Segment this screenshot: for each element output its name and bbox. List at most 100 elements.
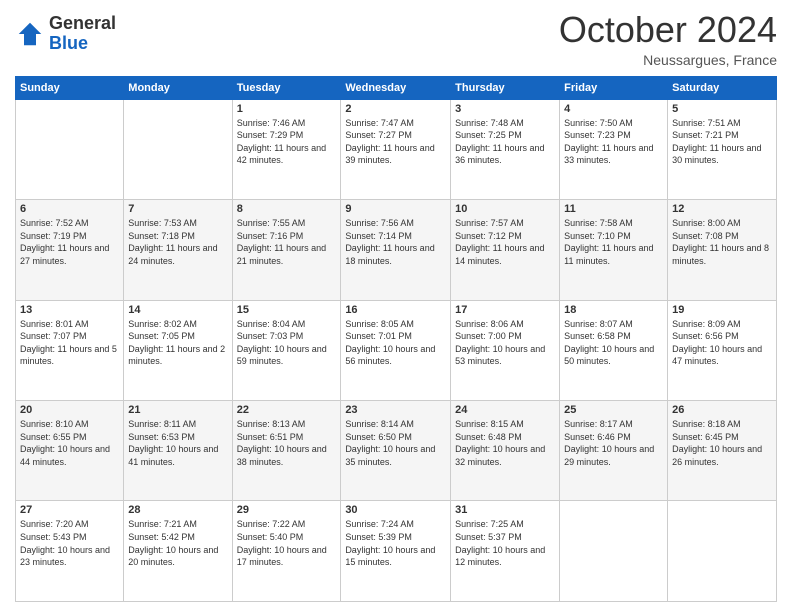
- calendar-header-row: Sunday Monday Tuesday Wednesday Thursday…: [16, 76, 777, 99]
- cell-w5-d6: [668, 501, 777, 602]
- col-sunday: Sunday: [16, 76, 124, 99]
- day-info: Sunrise: 7:24 AMSunset: 5:39 PMDaylight:…: [345, 518, 446, 568]
- day-number: 12: [672, 203, 772, 215]
- page: General Blue October 2024 Neussargues, F…: [0, 0, 792, 612]
- day-info: Sunrise: 8:00 AMSunset: 7:08 PMDaylight:…: [672, 217, 772, 267]
- day-info: Sunrise: 7:47 AMSunset: 7:27 PMDaylight:…: [345, 117, 446, 167]
- day-number: 13: [20, 304, 119, 316]
- day-number: 27: [20, 504, 119, 516]
- logo-icon: [15, 19, 45, 49]
- day-number: 18: [564, 304, 663, 316]
- day-info: Sunrise: 7:25 AMSunset: 5:37 PMDaylight:…: [455, 518, 555, 568]
- cell-w1-d3: 2 Sunrise: 7:47 AMSunset: 7:27 PMDaylight…: [341, 99, 451, 199]
- day-number: 2: [345, 103, 446, 115]
- day-info: Sunrise: 7:22 AMSunset: 5:40 PMDaylight:…: [237, 518, 337, 568]
- cell-w3-d2: 15 Sunrise: 8:04 AMSunset: 7:03 PMDayligh…: [232, 300, 341, 400]
- cell-w1-d0: [16, 99, 124, 199]
- day-info: Sunrise: 7:51 AMSunset: 7:21 PMDaylight:…: [672, 117, 772, 167]
- cell-w5-d5: [560, 501, 668, 602]
- day-number: 15: [237, 304, 337, 316]
- col-saturday: Saturday: [668, 76, 777, 99]
- cell-w2-d6: 12 Sunrise: 8:00 AMSunset: 7:08 PMDayligh…: [668, 200, 777, 300]
- header: General Blue October 2024 Neussargues, F…: [15, 10, 777, 68]
- day-info: Sunrise: 8:10 AMSunset: 6:55 PMDaylight:…: [20, 418, 119, 468]
- cell-w2-d5: 11 Sunrise: 7:58 AMSunset: 7:10 PMDayligh…: [560, 200, 668, 300]
- day-number: 7: [128, 203, 227, 215]
- day-info: Sunrise: 7:52 AMSunset: 7:19 PMDaylight:…: [20, 217, 119, 267]
- logo-text: General Blue: [49, 14, 116, 54]
- day-number: 28: [128, 504, 227, 516]
- day-info: Sunrise: 8:11 AMSunset: 6:53 PMDaylight:…: [128, 418, 227, 468]
- day-number: 17: [455, 304, 555, 316]
- day-number: 26: [672, 404, 772, 416]
- day-number: 16: [345, 304, 446, 316]
- day-info: Sunrise: 8:04 AMSunset: 7:03 PMDaylight:…: [237, 318, 337, 368]
- cell-w4-d0: 20Sunrise: 8:10 AMSunset: 6:55 PMDayligh…: [16, 401, 124, 501]
- day-number: 21: [128, 404, 227, 416]
- cell-w4-d3: 23Sunrise: 8:14 AMSunset: 6:50 PMDayligh…: [341, 401, 451, 501]
- week-row-5: 27 Sunrise: 7:20 AMSunset: 5:43 PMDayligh…: [16, 501, 777, 602]
- col-thursday: Thursday: [451, 76, 560, 99]
- cell-w1-d5: 4 Sunrise: 7:50 AMSunset: 7:23 PMDaylight…: [560, 99, 668, 199]
- day-info: Sunrise: 7:48 AMSunset: 7:25 PMDaylight:…: [455, 117, 555, 167]
- day-number: 30: [345, 504, 446, 516]
- week-row-2: 6Sunrise: 7:52 AMSunset: 7:19 PMDaylight…: [16, 200, 777, 300]
- cell-w5-d1: 28 Sunrise: 7:21 AMSunset: 5:42 PMDayligh…: [124, 501, 232, 602]
- day-info: Sunrise: 8:13 AMSunset: 6:51 PMDaylight:…: [237, 418, 337, 468]
- day-number: 31: [455, 504, 555, 516]
- day-info: Sunrise: 8:17 AMSunset: 6:46 PMDaylight:…: [564, 418, 663, 468]
- day-number: 24: [455, 404, 555, 416]
- week-row-3: 13 Sunrise: 8:01 AMSunset: 7:07 PMDayligh…: [16, 300, 777, 400]
- day-number: 8: [237, 203, 337, 215]
- day-info: Sunrise: 7:21 AMSunset: 5:42 PMDaylight:…: [128, 518, 227, 568]
- day-number: 23: [345, 404, 446, 416]
- cell-w1-d1: [124, 99, 232, 199]
- logo: General Blue: [15, 14, 116, 54]
- cell-w5-d2: 29 Sunrise: 7:22 AMSunset: 5:40 PMDayligh…: [232, 501, 341, 602]
- day-info: Sunrise: 7:56 AMSunset: 7:14 PMDaylight:…: [345, 217, 446, 267]
- day-info: Sunrise: 7:58 AMSunset: 7:10 PMDaylight:…: [564, 217, 663, 267]
- cell-w2-d2: 8Sunrise: 7:55 AMSunset: 7:16 PMDaylight…: [232, 200, 341, 300]
- cell-w4-d5: 25 Sunrise: 8:17 AMSunset: 6:46 PMDayligh…: [560, 401, 668, 501]
- cell-w3-d3: 16Sunrise: 8:05 AMSunset: 7:01 PMDayligh…: [341, 300, 451, 400]
- day-info: Sunrise: 7:46 AMSunset: 7:29 PMDaylight:…: [237, 117, 337, 167]
- col-tuesday: Tuesday: [232, 76, 341, 99]
- location-subtitle: Neussargues, France: [559, 52, 777, 68]
- day-number: 19: [672, 304, 772, 316]
- day-info: Sunrise: 8:15 AMSunset: 6:48 PMDaylight:…: [455, 418, 555, 468]
- cell-w5-d0: 27 Sunrise: 7:20 AMSunset: 5:43 PMDayligh…: [16, 501, 124, 602]
- day-number: 29: [237, 504, 337, 516]
- col-friday: Friday: [560, 76, 668, 99]
- day-number: 9: [345, 203, 446, 215]
- day-number: 11: [564, 203, 663, 215]
- cell-w3-d1: 14Sunrise: 8:02 AMSunset: 7:05 PMDayligh…: [124, 300, 232, 400]
- cell-w1-d2: 1 Sunrise: 7:46 AMSunset: 7:29 PMDaylight…: [232, 99, 341, 199]
- cell-w3-d5: 18 Sunrise: 8:07 AMSunset: 6:58 PMDayligh…: [560, 300, 668, 400]
- cell-w2-d4: 10Sunrise: 7:57 AMSunset: 7:12 PMDayligh…: [451, 200, 560, 300]
- day-info: Sunrise: 8:01 AMSunset: 7:07 PMDaylight:…: [20, 318, 119, 368]
- day-info: Sunrise: 8:07 AMSunset: 6:58 PMDaylight:…: [564, 318, 663, 368]
- day-number: 1: [237, 103, 337, 115]
- cell-w1-d4: 3Sunrise: 7:48 AMSunset: 7:25 PMDaylight…: [451, 99, 560, 199]
- week-row-4: 20Sunrise: 8:10 AMSunset: 6:55 PMDayligh…: [16, 401, 777, 501]
- day-info: Sunrise: 7:50 AMSunset: 7:23 PMDaylight:…: [564, 117, 663, 167]
- logo-general-text: General: [49, 14, 116, 34]
- day-info: Sunrise: 7:20 AMSunset: 5:43 PMDaylight:…: [20, 518, 119, 568]
- day-info: Sunrise: 7:53 AMSunset: 7:18 PMDaylight:…: [128, 217, 227, 267]
- day-number: 22: [237, 404, 337, 416]
- cell-w5-d3: 30 Sunrise: 7:24 AMSunset: 5:39 PMDayligh…: [341, 501, 451, 602]
- cell-w3-d6: 19Sunrise: 8:09 AMSunset: 6:56 PMDayligh…: [668, 300, 777, 400]
- day-number: 25: [564, 404, 663, 416]
- cell-w4-d6: 26 Sunrise: 8:18 AMSunset: 6:45 PMDayligh…: [668, 401, 777, 501]
- col-monday: Monday: [124, 76, 232, 99]
- cell-w1-d6: 5Sunrise: 7:51 AMSunset: 7:21 PMDaylight…: [668, 99, 777, 199]
- cell-w2-d3: 9 Sunrise: 7:56 AMSunset: 7:14 PMDaylight…: [341, 200, 451, 300]
- cell-w5-d4: 31 Sunrise: 7:25 AMSunset: 5:37 PMDayligh…: [451, 501, 560, 602]
- day-number: 4: [564, 103, 663, 115]
- day-info: Sunrise: 7:57 AMSunset: 7:12 PMDaylight:…: [455, 217, 555, 267]
- cell-w3-d4: 17 Sunrise: 8:06 AMSunset: 7:00 PMDayligh…: [451, 300, 560, 400]
- day-info: Sunrise: 8:18 AMSunset: 6:45 PMDaylight:…: [672, 418, 772, 468]
- day-info: Sunrise: 8:06 AMSunset: 7:00 PMDaylight:…: [455, 318, 555, 368]
- cell-w4-d1: 21 Sunrise: 8:11 AMSunset: 6:53 PMDayligh…: [124, 401, 232, 501]
- calendar-table: Sunday Monday Tuesday Wednesday Thursday…: [15, 76, 777, 602]
